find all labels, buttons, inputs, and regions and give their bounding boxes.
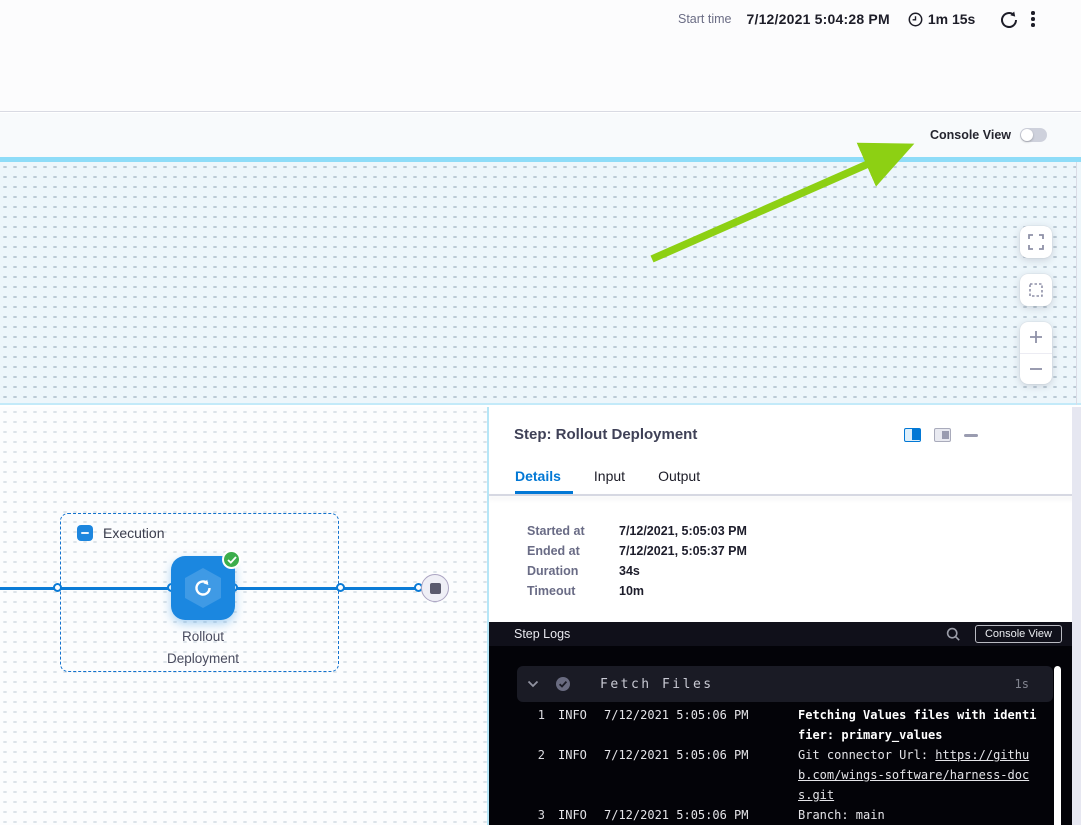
stop-square-icon <box>430 583 441 594</box>
panel-view-icon[interactable] <box>934 428 951 442</box>
log-lt: 7/12/2021 5:05:06 PM <box>604 805 798 825</box>
log-link[interactable]: https://githu <box>935 748 1029 762</box>
canvas-right-edge <box>1076 162 1077 405</box>
tab-input[interactable]: Input <box>594 468 625 484</box>
tab-output[interactable]: Output <box>658 468 700 484</box>
elapsed-duration: 1m 15s <box>908 11 975 27</box>
log-message-line: s.git <box>798 785 1038 805</box>
tab-divider <box>489 494 1081 496</box>
search-icon[interactable] <box>946 627 961 642</box>
minimize-panel-button[interactable] <box>964 434 978 437</box>
log-ln: 1 <box>489 705 545 745</box>
log-message: Fetching Values files with identi fier: p… <box>798 705 1038 745</box>
log-section-fetch-files[interactable]: Fetch Files 1s <box>517 666 1053 702</box>
log-message-line: b.com/wings-software/harness-doc <box>798 765 1038 785</box>
zoom-out-icon <box>1028 361 1044 377</box>
log-section-name: Fetch Files <box>600 677 714 692</box>
expand-icon <box>1028 234 1044 250</box>
zoom-in-button[interactable] <box>1020 322 1052 354</box>
log-lv: INFO <box>558 705 604 745</box>
detail-row: Started at 7/12/2021, 5:05:03 PM <box>527 521 747 541</box>
log-viewer: Fetch Files 1s 1INFO7/12/2021 5:05:06 PM… <box>489 646 1072 825</box>
log-message-line: Fetching Values files with identi <box>798 705 1038 725</box>
kebab-menu-icon <box>1031 11 1035 15</box>
collapse-group-button[interactable] <box>77 525 93 541</box>
log-message: Git connector Url: https://githu b.com/wi… <box>798 745 1038 805</box>
zoom-in-icon <box>1028 329 1044 345</box>
expand-view-button[interactable] <box>1020 226 1052 258</box>
zoom-out-button[interactable] <box>1020 354 1052 385</box>
pipeline-execution-screen: Start time 7/12/2021 5:04:28 PM 1m 15s C… <box>0 0 1081 825</box>
node-hexagon <box>185 568 221 608</box>
edge-connector <box>336 583 345 592</box>
logs-console-view-button[interactable]: Console View <box>975 625 1062 643</box>
execution-header: Start time 7/12/2021 5:04:28 PM 1m 15s <box>0 0 1081 112</box>
details-tabs: Details Input Output <box>515 468 700 484</box>
clock-icon <box>908 12 923 27</box>
stage-graph-canvas[interactable] <box>0 162 1081 405</box>
console-view-toggle[interactable] <box>1020 128 1047 142</box>
split-view-active-icon[interactable] <box>904 428 921 442</box>
detail-row: Timeout 10m <box>527 581 747 601</box>
log-lv: INFO <box>558 745 604 805</box>
node-success-badge <box>222 550 241 569</box>
log-message-line: fier: primary_values <box>798 725 1038 745</box>
log-ln: 2 <box>489 745 545 805</box>
fit-selection-button[interactable] <box>1020 274 1052 306</box>
check-icon <box>227 556 237 564</box>
log-text: Fetching Values files with identi <box>798 708 1036 722</box>
panel-scrollbar-track[interactable] <box>1072 407 1081 825</box>
start-time-group: Start time 7/12/2021 5:04:28 PM 1m 15s <box>678 11 975 27</box>
execution-group-header: Execution <box>77 525 164 541</box>
log-ln: 3 <box>489 805 545 825</box>
log-link[interactable]: b.com/wings-software/harness-doc <box>798 768 1029 782</box>
rollout-refresh-icon <box>193 578 213 598</box>
edge-connector <box>53 583 62 592</box>
toggle-knob <box>1021 129 1033 141</box>
start-time-label: Start time <box>678 12 732 26</box>
log-row: 2 INFO7/12/2021 5:05:06 PMGit connector U… <box>489 745 1049 805</box>
refresh-button[interactable] <box>999 10 1019 30</box>
detail-row: Duration 34s <box>527 561 747 581</box>
console-view-label: Console View <box>930 128 1011 142</box>
more-options-button[interactable] <box>1031 11 1035 27</box>
section-success-icon <box>555 676 571 692</box>
step-details-panel: Step: Rollout Deployment Details Input O… <box>489 407 1081 825</box>
log-lt: 7/12/2021 5:05:06 PM <box>604 705 798 745</box>
detail-row: Ended at 7/12/2021, 5:05:37 PM <box>527 541 747 561</box>
step-detail-fields: Started at 7/12/2021, 5:05:03 PM Ended a… <box>527 521 747 601</box>
step-logs-title: Step Logs <box>514 627 570 641</box>
stop-node[interactable] <box>421 574 449 602</box>
node-label: Rollout Deployment <box>123 626 283 670</box>
log-message: Branch: main <box>798 805 1038 825</box>
log-scrollbar-thumb[interactable] <box>1054 666 1061 825</box>
execution-group-label: Execution <box>103 525 164 541</box>
zoom-control-group <box>1020 322 1052 384</box>
log-section-duration: 1s <box>1015 677 1029 691</box>
view-toolbar: Console View <box>0 113 1081 157</box>
start-time-value: 7/12/2021 5:04:28 PM <box>747 11 890 27</box>
tab-details[interactable]: Details <box>515 468 561 484</box>
log-message-line: Branch: main <box>798 805 1038 825</box>
log-link[interactable]: s.git <box>798 788 834 802</box>
panel-title: Step: Rollout Deployment <box>514 426 697 443</box>
step-graph-canvas[interactable]: Execution Rollout Deployment <box>0 407 488 825</box>
active-tab-indicator <box>515 491 573 494</box>
log-message-line: Git connector Url: https://githu <box>798 745 1038 765</box>
log-row: 3 INFO7/12/2021 5:05:06 PMBranch: main <box>489 805 1049 825</box>
refresh-icon <box>999 10 1019 30</box>
frame-selection-icon <box>1028 282 1044 298</box>
log-text: fier: primary_values <box>798 728 943 742</box>
chevron-down-icon <box>527 680 539 688</box>
log-lv: INFO <box>558 805 604 825</box>
log-row: 1 INFO7/12/2021 5:05:06 PMFetching Values… <box>489 705 1049 745</box>
log-entries: 1INFO7/12/2021 5:05:06 PMFetching Values… <box>489 705 1049 825</box>
log-text: Branch: main <box>798 808 885 822</box>
log-text: Git connector Url: <box>798 748 935 762</box>
step-logs-bar: Step Logs Console View <box>489 622 1072 646</box>
log-lt: 7/12/2021 5:05:06 PM <box>604 745 798 805</box>
